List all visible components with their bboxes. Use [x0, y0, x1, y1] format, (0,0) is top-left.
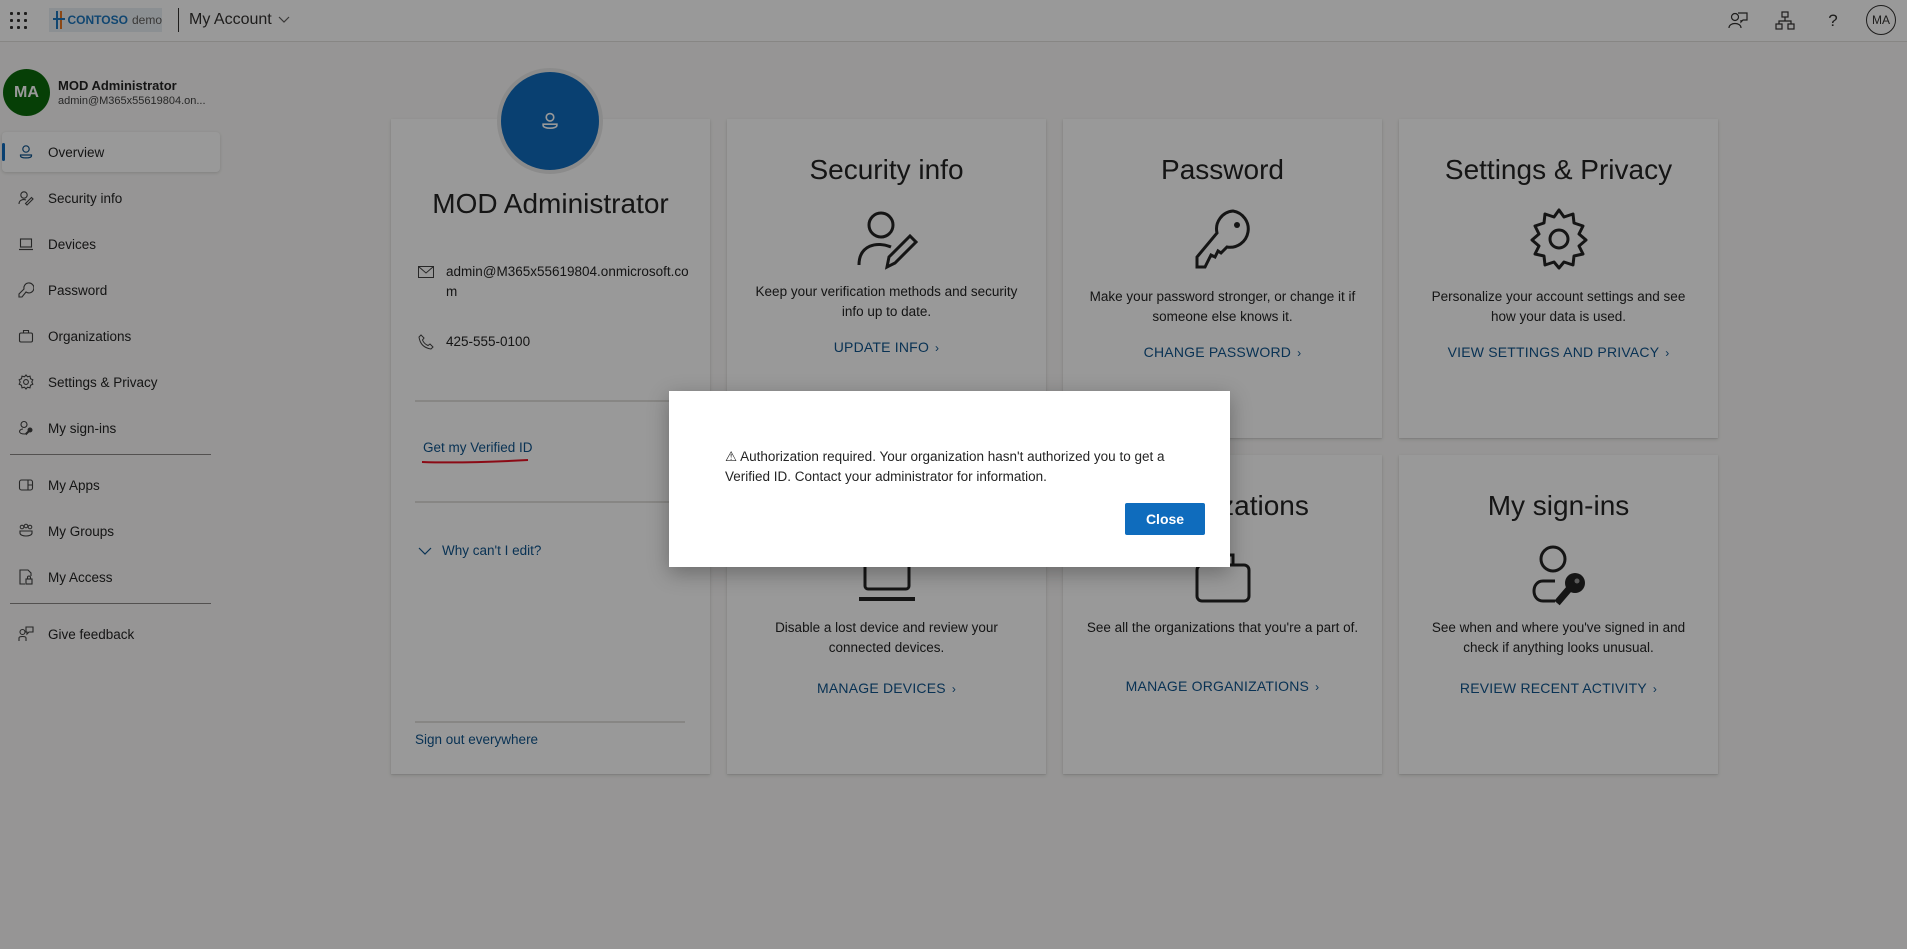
authorization-required-dialog: ⚠ Authorization required. Your organizat… [669, 391, 1230, 567]
dialog-message: ⚠ Authorization required. Your organizat… [725, 449, 1165, 484]
close-button[interactable]: Close [1125, 503, 1205, 535]
